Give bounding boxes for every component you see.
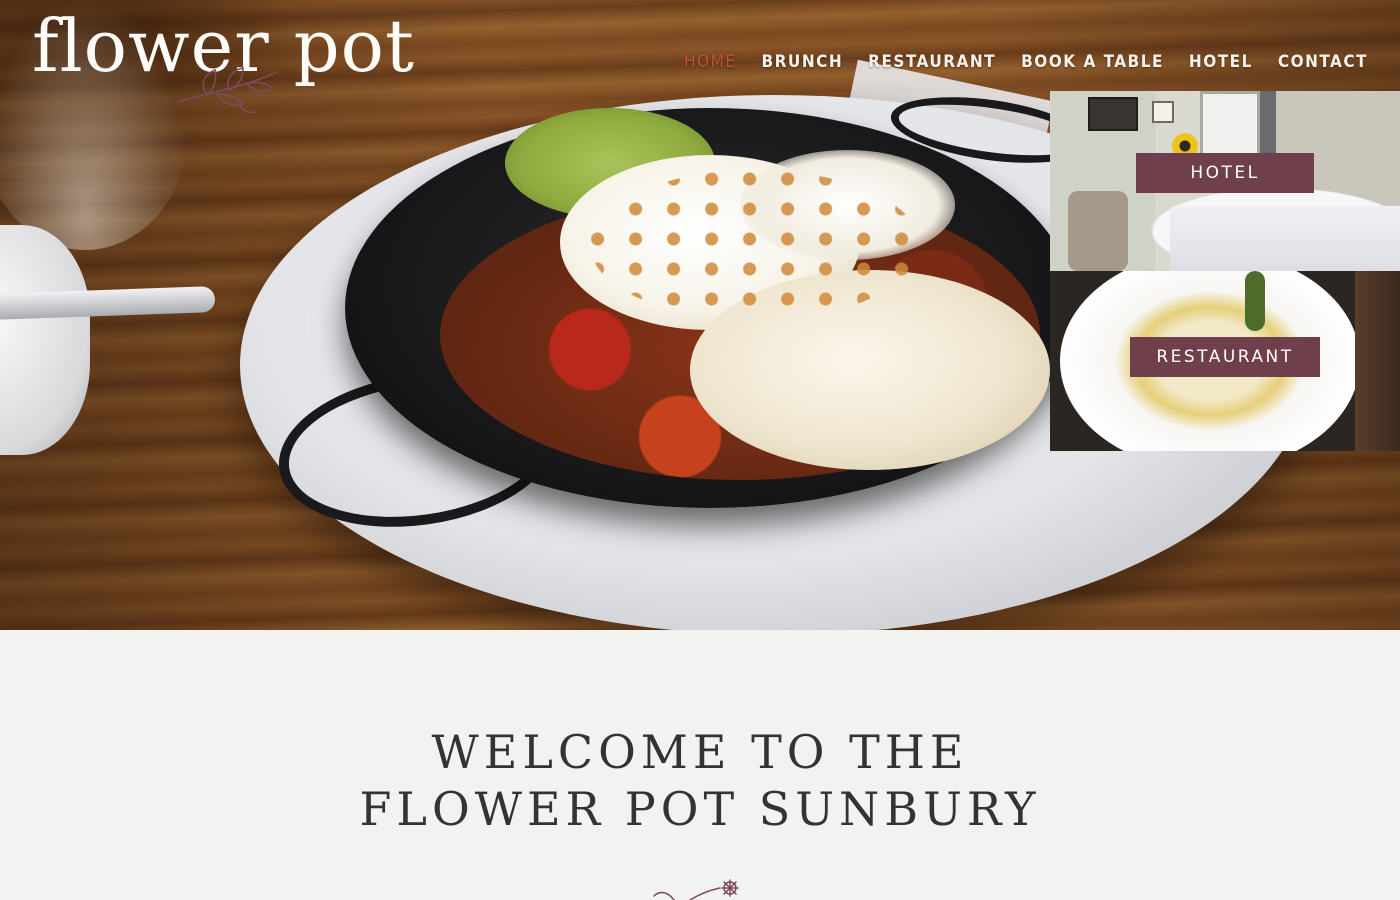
nav-item-restaurant[interactable]: RESTAURANT: [868, 52, 996, 72]
nav-item-contact[interactable]: CONTACT: [1278, 52, 1368, 72]
welcome-heading-line-1: WELCOME TO THE: [431, 725, 969, 779]
welcome-heading-line-2: FLOWER POT SUNBURY: [359, 782, 1041, 836]
welcome-heading: WELCOME TO THE FLOWER POT SUNBURY: [0, 724, 1400, 838]
bed-image: [1170, 206, 1400, 271]
restaurant-button[interactable]: RESTAURANT: [1130, 337, 1320, 377]
flower-sprig-icon: [653, 879, 739, 900]
nav-item-home[interactable]: HOME: [684, 52, 736, 72]
crispy-onion-topping-image: [590, 170, 920, 320]
nav-item-hotel[interactable]: HOTEL: [1189, 52, 1253, 72]
table-edge-image: [1355, 271, 1400, 451]
tv-image: [1088, 97, 1138, 131]
restaurant-feature-card[interactable]: RESTAURANT: [1050, 271, 1400, 451]
main-navigation: HOME BRUNCH RESTAURANT BOOK A TABLE HOTE…: [684, 52, 1368, 72]
leaf-sprig-icon: [178, 67, 278, 114]
hotel-button[interactable]: HOTEL: [1136, 153, 1314, 193]
nav-item-book-a-table[interactable]: BOOK A TABLE: [1021, 52, 1164, 72]
nav-item-brunch[interactable]: BRUNCH: [761, 52, 843, 72]
picture-frame-image: [1152, 101, 1174, 123]
site-logo[interactable]: flower pot: [32, 4, 432, 124]
welcome-section: WELCOME TO THE FLOWER POT SUNBURY: [0, 724, 1400, 838]
hotel-feature-card[interactable]: HOTEL: [1050, 91, 1400, 271]
window-image: [1200, 91, 1260, 161]
asparagus-image: [1245, 271, 1265, 331]
chair-image: [1068, 191, 1128, 271]
